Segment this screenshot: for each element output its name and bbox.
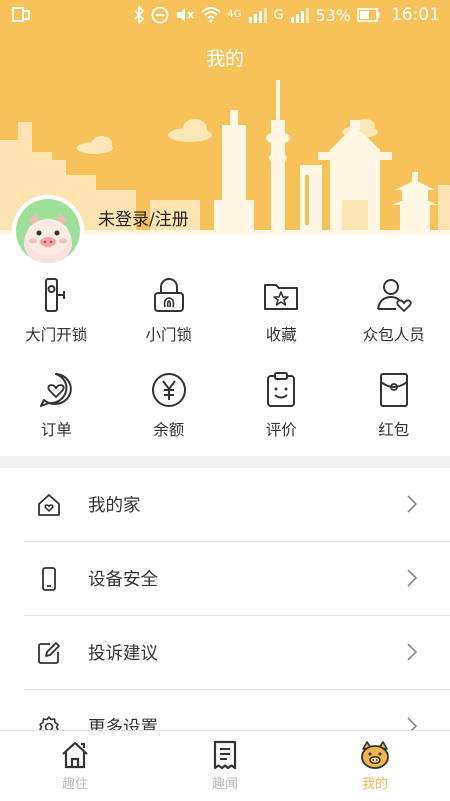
fingerprint-lock-icon <box>149 275 189 315</box>
crowdsource-person-icon <box>374 275 414 315</box>
screen-mirror-icon <box>12 6 30 24</box>
tab-quwen[interactable]: 趣闻 <box>150 731 300 801</box>
wifi-icon <box>201 6 221 24</box>
status-bar: 4G G 53% 16:01 <box>0 0 450 32</box>
dnd-icon <box>151 6 169 24</box>
clock: 16:01 <box>391 5 440 25</box>
pig-tab-icon <box>359 739 391 771</box>
bluetooth-icon <box>133 6 145 24</box>
quick-action-favorites[interactable]: 收藏 <box>225 275 338 370</box>
login-register-link[interactable]: 未登录/注册 <box>98 205 189 230</box>
phone-device-icon <box>36 566 62 592</box>
quick-actions-grid: 大门开锁 小门锁 收藏 众包人员 订单 余额 评价 红包 <box>0 275 450 465</box>
tab-mine[interactable]: 我的 <box>300 731 450 801</box>
settings-menu: 我的家 设备安全 投诉建议 更多设置 <box>0 468 450 763</box>
quick-action-small-lock[interactable]: 小门锁 <box>113 275 226 370</box>
yuan-balance-icon <box>149 370 189 410</box>
quick-action-review[interactable]: 评价 <box>225 370 338 465</box>
news-tab-icon <box>209 739 241 771</box>
quick-action-crowdsource[interactable]: 众包人员 <box>338 275 450 370</box>
chevron-right-icon <box>406 642 418 662</box>
red-envelope-icon <box>374 370 414 410</box>
edit-feedback-icon <box>36 640 62 666</box>
door-unlock-icon <box>36 275 76 315</box>
page-title: 我的 <box>0 44 450 71</box>
signal-icon <box>247 7 267 23</box>
tab-quzhu[interactable]: 趣住 <box>0 731 150 801</box>
chevron-right-icon <box>406 494 418 514</box>
house-tab-icon <box>59 739 91 771</box>
favorites-folder-icon <box>261 275 301 315</box>
chevron-right-icon <box>406 568 418 588</box>
mute-icon <box>175 6 195 24</box>
menu-item-device-security[interactable]: 设备安全 <box>24 542 450 616</box>
quick-action-red-envelope[interactable]: 红包 <box>338 370 450 465</box>
pig-avatar-icon <box>16 199 80 263</box>
bottom-tab-bar: 趣住 趣闻 我的 <box>0 730 450 801</box>
home-heart-icon <box>36 492 62 518</box>
avatar[interactable] <box>12 195 84 267</box>
order-heart-icon <box>36 370 76 410</box>
menu-item-feedback[interactable]: 投诉建议 <box>24 616 450 690</box>
network-type: 4G <box>227 10 241 20</box>
menu-item-my-home[interactable]: 我的家 <box>24 468 450 542</box>
section-divider <box>0 456 450 468</box>
battery-percent: 53% <box>315 6 351 25</box>
review-icon <box>261 370 301 410</box>
quick-action-orders[interactable]: 订单 <box>0 370 113 465</box>
quick-action-balance[interactable]: 余额 <box>113 370 226 465</box>
signal-g: G <box>273 8 283 23</box>
signal2-icon <box>289 7 309 23</box>
quick-action-door-unlock[interactable]: 大门开锁 <box>0 275 113 370</box>
battery-icon <box>357 8 381 22</box>
